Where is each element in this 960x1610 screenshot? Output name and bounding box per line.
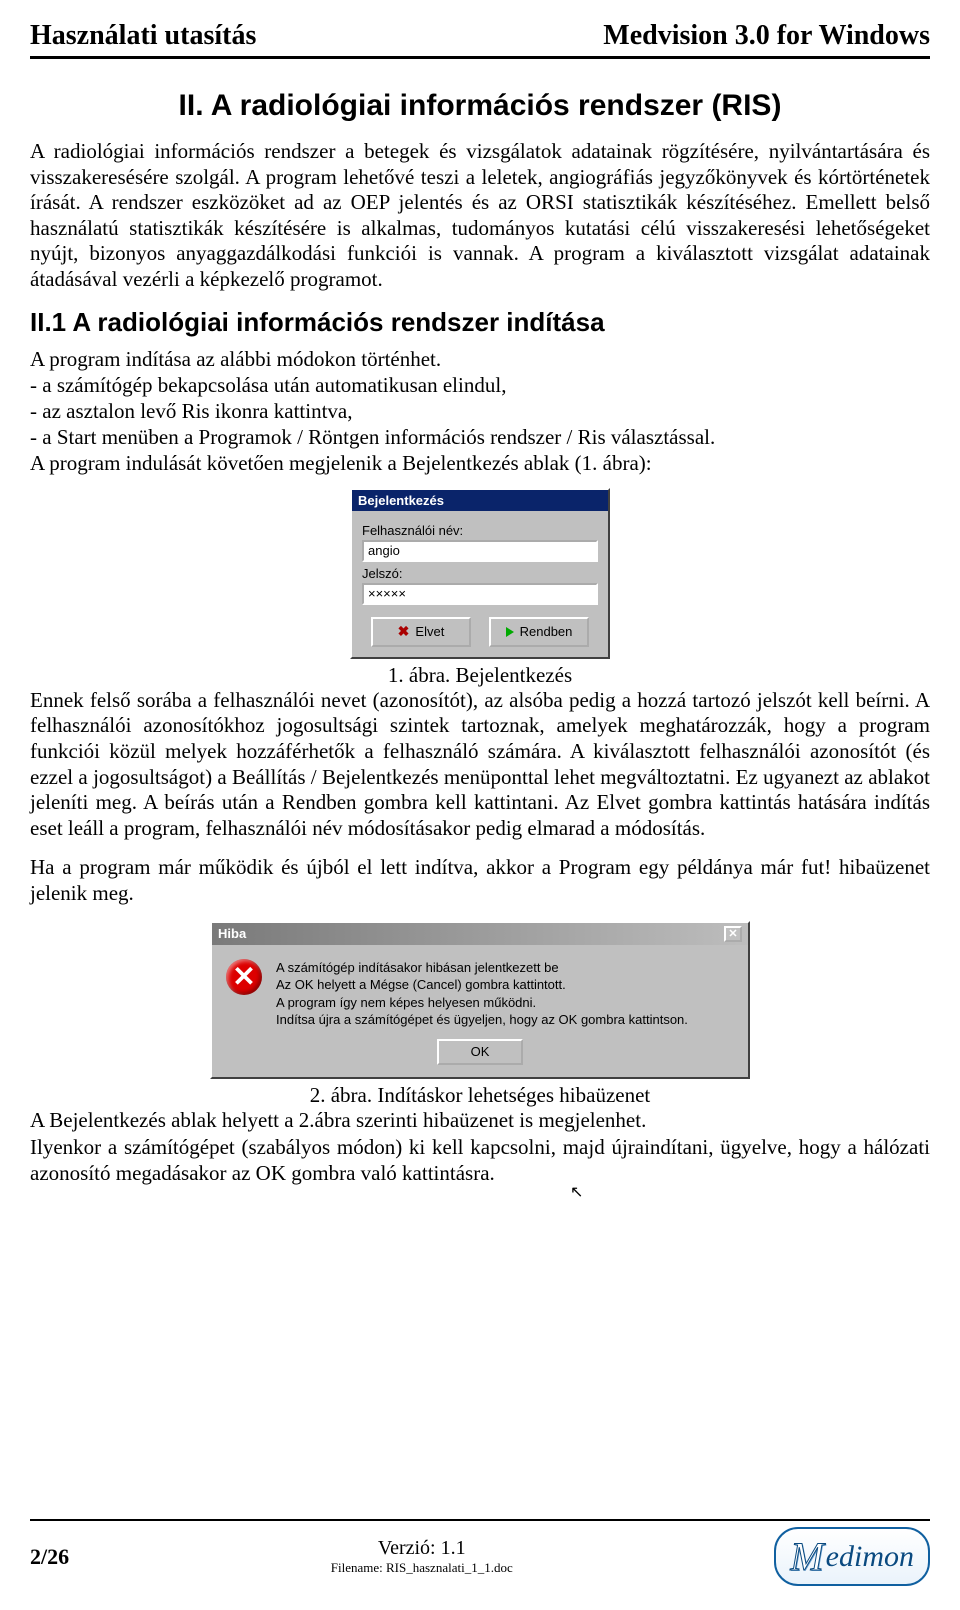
error-ok-button[interactable]: OK xyxy=(437,1039,523,1065)
error-dialog: Hiba ✕ ✕ A számítógép indításakor hibása… xyxy=(210,921,750,1079)
figure2-caption: 2. ábra. Indításkor lehetséges hibaüzene… xyxy=(30,1083,930,1108)
after-bullets: A program indulását követően megjelenik … xyxy=(30,450,930,476)
label-password: Jelszó: xyxy=(362,566,598,581)
error-line-2: Az OK helyett a Mégse (Cancel) gombra ka… xyxy=(276,976,688,994)
ok-button-label: Rendben xyxy=(520,624,573,639)
error-text: A számítógép indításakor hibásan jelentk… xyxy=(276,959,688,1029)
error-dialog-title: Hiba xyxy=(218,926,246,941)
bullet-1: - a számítógép bekapcsolása után automat… xyxy=(30,372,930,398)
bullet-3: - a Start menüben a Programok / Röntgen … xyxy=(30,424,930,450)
close-icon: ✕ xyxy=(728,927,737,940)
page-number: 2/26 xyxy=(30,1544,69,1570)
error-ok-label: OK xyxy=(471,1044,490,1059)
header-right: Medvision 3.0 for Windows xyxy=(603,20,930,52)
cancel-button-label: Elvet xyxy=(415,624,444,639)
ok-button[interactable]: Rendben xyxy=(489,617,589,647)
medimon-logo: M edimon xyxy=(774,1527,930,1586)
login-dialog: Bejelentkezés Felhasználói név: Jelszó: … xyxy=(350,488,610,659)
version-label: Verzió: 1.1 xyxy=(331,1537,513,1560)
logo-text: edimon xyxy=(826,1540,914,1574)
intro-line: A program indítása az alábbi módokon tör… xyxy=(30,346,930,372)
error-line-4: Indítsa újra a számítógépet és ügyeljen,… xyxy=(276,1011,688,1029)
error-line-3: A program így nem képes helyesen működni… xyxy=(276,994,688,1012)
footer: 2/26 Verzió: 1.1 Filename: RIS_hasznalat… xyxy=(30,1519,930,1586)
cancel-icon: ✖ xyxy=(398,623,410,640)
figure1-caption: 1. ábra. Bejelentkezés xyxy=(30,663,930,688)
bullet-2: - az asztalon levő Ris ikonra kattintva, xyxy=(30,398,930,424)
label-username: Felhasználói név: xyxy=(362,523,598,538)
error-icon: ✕ xyxy=(226,959,262,995)
chapter-title: II. A radiológiai információs rendszer (… xyxy=(30,89,930,123)
filename-label: Filename: RIS_hasznalati_1_1.doc xyxy=(331,1560,513,1576)
login-dialog-title: Bejelentkezés xyxy=(352,490,608,511)
header-left: Használati utasítás xyxy=(30,20,256,52)
run-icon xyxy=(506,627,514,637)
logo-m-icon: M xyxy=(790,1533,823,1580)
paragraph-err-note: A Bejelentkezés ablak helyett a 2.ábra s… xyxy=(30,1108,930,1134)
paragraph-after-fig1: Ennek felső sorába a felhasználói nevet … xyxy=(30,688,930,842)
paragraph-restart: Ilyenkor a számítógépet (szabályos módon… xyxy=(30,1135,930,1186)
paragraph-intro: A radiológiai információs rendszer a bet… xyxy=(30,139,930,293)
username-input[interactable] xyxy=(362,540,598,562)
password-input[interactable] xyxy=(362,583,598,605)
cancel-button[interactable]: ✖ Elvet xyxy=(371,617,471,647)
section-title: II.1 A radiológiai információs rendszer … xyxy=(30,307,930,338)
error-line-1: A számítógép indításakor hibásan jelentk… xyxy=(276,959,688,977)
paragraph-running: Ha a program már működik és újból el let… xyxy=(30,855,930,906)
footer-rule xyxy=(30,1519,930,1521)
header-rule xyxy=(30,56,930,59)
close-button[interactable]: ✕ xyxy=(724,926,742,942)
